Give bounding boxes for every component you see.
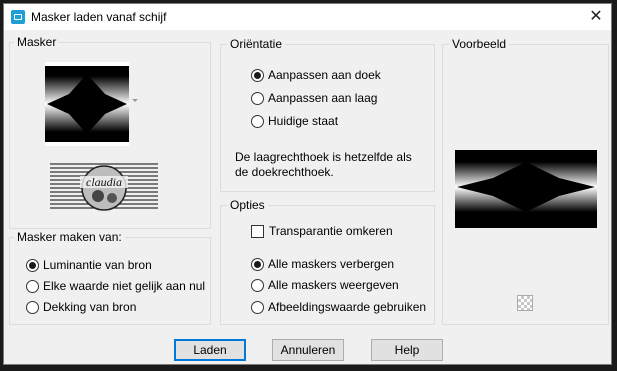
invert-transparency-checkbox[interactable]: Transparantie omkeren (251, 222, 393, 240)
radio-button[interactable] (26, 279, 39, 293)
preview-legend: Voorbeeld (449, 37, 510, 51)
mask-thumbnail[interactable] (45, 62, 129, 146)
checkbox[interactable] (251, 224, 264, 238)
checkerboard-icon[interactable] (517, 295, 533, 311)
radio-current-state-label: Huidige staat (268, 114, 339, 128)
radio-button[interactable] (251, 114, 264, 128)
radio-luminance-label: Luminantie van bron (43, 258, 152, 272)
radio-button[interactable] (251, 300, 264, 314)
claudia-logo: claudia (50, 158, 158, 212)
close-icon[interactable]: ✕ (585, 6, 607, 28)
radio-show-all[interactable]: Alle maskers weergeven (251, 276, 399, 294)
radio-button[interactable] (26, 258, 39, 272)
options-legend: Opties (227, 198, 268, 212)
preview-image (455, 150, 597, 228)
radio-fit-layer-label: Aanpassen aan laag (268, 91, 378, 105)
radio-button[interactable] (26, 300, 39, 314)
invert-transparency-label: Transparantie omkeren (269, 224, 393, 238)
window-title: Masker laden vanaf schijf (31, 10, 167, 24)
radio-nonzero-label: Elke waarde niet gelijk aan nul (43, 279, 206, 293)
radio-image-value[interactable]: Afbeeldingswaarde gebruiken (251, 298, 426, 316)
help-button[interactable]: Help (371, 339, 443, 361)
radio-fit-canvas[interactable]: Aanpassen aan doek (251, 66, 381, 84)
mask-thumbnail-image (45, 66, 129, 142)
mask-source-legend: Masker maken van: (14, 230, 125, 244)
cancel-button[interactable]: Annuleren (272, 339, 344, 361)
mask-group-legend: Masker (14, 35, 60, 49)
camera-icon (11, 10, 25, 24)
radio-button[interactable] (251, 257, 264, 271)
radio-nonzero[interactable]: Elke waarde niet gelijk aan nul (26, 277, 205, 295)
radio-button[interactable] (251, 68, 264, 82)
radio-button[interactable] (251, 278, 264, 292)
orientation-legend: Oriëntatie (227, 37, 286, 51)
info-line-2: de doekrechthoek. (235, 165, 334, 179)
radio-opacity-label: Dekking van bron (43, 300, 137, 314)
radio-image-value-label: Afbeeldingswaarde gebruiken (268, 300, 427, 314)
radio-luminance[interactable]: Luminantie van bron (26, 256, 152, 274)
radio-fit-canvas-label: Aanpassen aan doek (268, 68, 381, 82)
radio-fit-layer[interactable]: Aanpassen aan laag (251, 89, 377, 107)
info-line-1: De laagrechthoek is hetzelfde als (235, 150, 412, 164)
radio-button[interactable] (251, 91, 264, 105)
title-bar: Masker laden vanaf schijf ✕ (4, 4, 611, 30)
radio-hide-all[interactable]: Alle maskers verbergen (251, 255, 394, 273)
load-button[interactable]: Laden (174, 339, 246, 361)
logo-text: claudia (86, 175, 122, 189)
chevron-down-icon[interactable] (132, 99, 138, 102)
orientation-info: De laagrechthoek is hetzelfde als de doe… (235, 150, 425, 180)
radio-opacity[interactable]: Dekking van bron (26, 298, 136, 316)
radio-current-state[interactable]: Huidige staat (251, 112, 338, 130)
radio-show-all-label: Alle maskers weergeven (268, 278, 399, 292)
radio-hide-all-label: Alle maskers verbergen (268, 257, 395, 271)
